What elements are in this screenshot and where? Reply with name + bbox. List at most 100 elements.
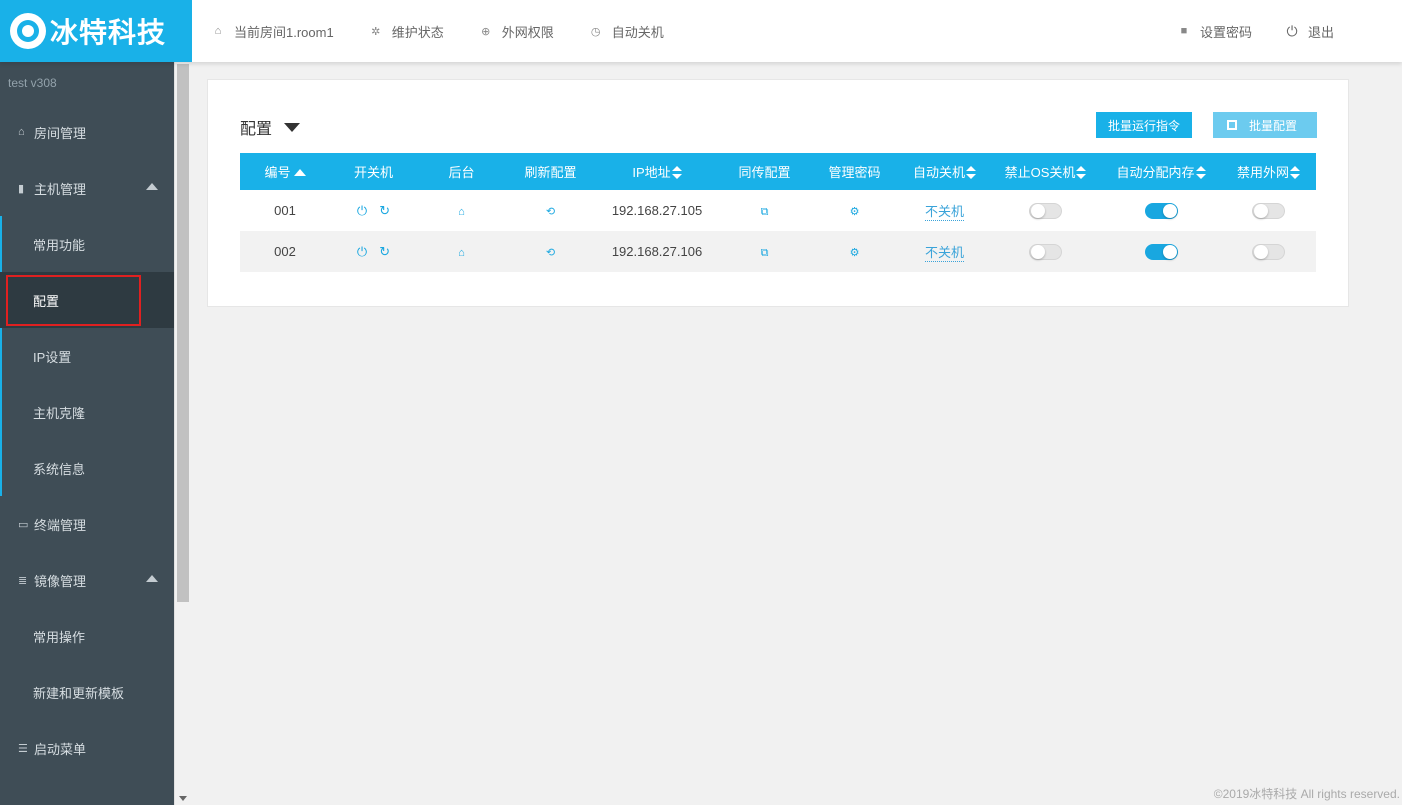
top-nav-right: ■ 设置密码 ⏻ 退出 (1144, 0, 1334, 62)
nav-label: 退出 (1307, 24, 1334, 40)
clock-icon: ◷ (590, 25, 601, 38)
disable-internet-toggle[interactable] (1252, 202, 1285, 219)
power-icon[interactable]: ⏻ (357, 244, 367, 260)
scroll-down-arrow-icon[interactable] (179, 796, 187, 801)
monitor-icon: ▭ (18, 518, 29, 531)
refresh-icon[interactable]: ⟲ (546, 205, 555, 218)
cell-disable-internet (1221, 190, 1316, 231)
sidebar-item-host-management[interactable]: ▮ 主机管理 (0, 160, 174, 216)
home-icon: ⌂ (18, 126, 25, 138)
disable-internet-toggle[interactable] (1252, 243, 1285, 260)
sidebar-item-common-functions[interactable]: 常用功能 (0, 216, 174, 272)
nav-auto-shutdown[interactable]: ◷ 自动关机 (590, 22, 664, 41)
restart-icon[interactable]: ↻ (379, 203, 390, 219)
brand-logo[interactable]: 冰特科技 (0, 0, 192, 62)
forbid-os-shutdown-toggle[interactable] (1029, 202, 1062, 219)
list-icon: ☰ (18, 742, 28, 755)
auto-shutdown-link[interactable]: 不关机 (924, 245, 964, 262)
globe-icon: ⊕ (481, 25, 491, 38)
sidebar-item-label: 常用操作 (33, 629, 86, 645)
auto-shutdown-link[interactable]: 不关机 (924, 204, 964, 221)
power-icon[interactable]: ⏻ (357, 203, 367, 219)
batch-config-button[interactable]: 批量配置 (1213, 112, 1317, 138)
sidebar-item-label: 系统信息 (33, 461, 86, 477)
scrollbar-thumb[interactable] (177, 64, 189, 602)
sidebar-item-terminal-management[interactable]: ▭ 终端管理 (0, 496, 174, 552)
auto-memory-toggle[interactable] (1144, 202, 1178, 219)
sidebar-item-label: 启动菜单 (34, 741, 87, 757)
sidebar-item-label: 主机管理 (34, 181, 87, 197)
toggle-knob (1162, 244, 1177, 259)
toggle-knob (1254, 244, 1268, 259)
sidebar-item-new-update-template[interactable]: 新建和更新模板 (0, 664, 174, 720)
cell-refresh: ⟲ (506, 231, 595, 272)
nav-set-password[interactable]: ■ 设置密码 (1178, 22, 1252, 41)
column-header-disable-internet[interactable]: 禁用外网 (1221, 153, 1316, 190)
sidebar-item-room-management[interactable]: ⌂ 房间管理 (0, 104, 174, 160)
sidebar-item-label: 主机克隆 (33, 405, 86, 421)
config-panel: 配置 批量运行指令 批量配置 编号 开关机 后台 刷新配置 IP地址 同传配置 … (207, 79, 1349, 307)
gear-icon[interactable]: ⚙ (850, 246, 860, 259)
refresh-icon[interactable]: ⟲ (546, 246, 555, 259)
sidebar-item-label: 配置 (33, 293, 60, 309)
column-header-power: 开关机 (330, 153, 417, 190)
sidebar-scrollbar[interactable] (174, 62, 191, 805)
button-label: 批量配置 (1249, 118, 1298, 133)
home-icon[interactable]: ⌂ (458, 206, 465, 218)
nav-label: 维护状态 (391, 24, 444, 40)
column-header-auto-shutdown[interactable]: 自动关机 (899, 153, 990, 190)
sidebar-item-label: 常用功能 (33, 237, 86, 253)
cell-forbid-os-shutdown (990, 190, 1101, 231)
sidebar-item-host-clone[interactable]: 主机克隆 (0, 384, 174, 440)
header-label: 编号 (264, 165, 291, 180)
caret-down-icon (284, 122, 301, 132)
forbid-os-shutdown-toggle[interactable] (1029, 243, 1062, 260)
column-header-refresh-config: 刷新配置 (506, 153, 595, 190)
nav-logout[interactable]: ⏻ 退出 (1286, 22, 1334, 41)
caret-up-icon (146, 575, 158, 582)
nav-label: 外网权限 (501, 24, 554, 40)
sidebar-item-label: 终端管理 (34, 517, 87, 533)
nav-label: 自动关机 (611, 24, 664, 40)
header-label: 自动分配内存 (1116, 165, 1195, 180)
sort-icon (1076, 166, 1087, 179)
column-header-auto-memory[interactable]: 自动分配内存 (1101, 153, 1221, 190)
copy-icon[interactable]: ⧉ (761, 247, 769, 260)
column-header-id[interactable]: 编号 (240, 153, 330, 190)
toggle-knob (1162, 203, 1177, 218)
header-label: 开关机 (353, 165, 393, 180)
column-header-forbid-os-shutdown[interactable]: 禁止OS关机 (990, 153, 1101, 190)
gear-icon[interactable]: ⚙ (850, 205, 860, 218)
page-title: 配置 (240, 121, 273, 138)
sidebar-item-boot-menu[interactable]: ☰ 启动菜单 (0, 720, 174, 776)
toggle-knob (1031, 203, 1045, 218)
header-label: 后台 (448, 165, 475, 180)
cell-power: ⏻ ↻ (330, 190, 417, 231)
sort-icon (1195, 166, 1206, 179)
logo-icon (10, 13, 46, 49)
nav-internet-permission[interactable]: ⊕ 外网权限 (480, 22, 554, 41)
sidebar-item-ip-settings[interactable]: IP设置 (0, 328, 174, 384)
column-header-backend: 后台 (417, 153, 506, 190)
header-label: 禁止OS关机 (1004, 165, 1076, 180)
cell-backend: ⌂ (417, 190, 506, 231)
home-icon: ⌂ (214, 25, 222, 37)
sidebar-item-label: 镜像管理 (34, 573, 87, 589)
auto-memory-toggle[interactable] (1144, 243, 1178, 260)
copy-icon[interactable]: ⧉ (761, 206, 769, 219)
column-header-admin-password: 管理密码 (810, 153, 899, 190)
sidebar-item-image-management[interactable]: ≣ 镜像管理 (0, 552, 174, 608)
batch-run-command-button[interactable]: 批量运行指令 (1096, 112, 1193, 138)
sidebar-item-config[interactable]: 配置 (0, 272, 174, 328)
column-header-ip[interactable]: IP地址 (595, 153, 719, 190)
nav-maintenance-status[interactable]: ✲ 维护状态 (370, 22, 444, 41)
cell-auto-shutdown: 不关机 (899, 231, 990, 272)
cell-auto-shutdown: 不关机 (899, 190, 990, 231)
home-icon[interactable]: ⌂ (458, 247, 465, 259)
host-submenu: 常用功能 配置 IP设置 主机克隆 系统信息 (0, 216, 174, 496)
sidebar-item-common-operations[interactable]: 常用操作 (0, 608, 174, 664)
nav-current-room[interactable]: ⌂ 当前房间1.room1 (212, 22, 334, 41)
sidebar-item-system-info[interactable]: 系统信息 (0, 440, 174, 496)
restart-icon[interactable]: ↻ (379, 244, 390, 260)
panel-title[interactable]: 配置 (240, 115, 301, 139)
